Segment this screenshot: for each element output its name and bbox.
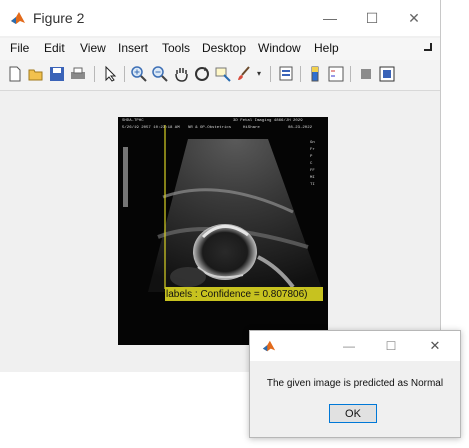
header-right-2: 08-23-2022 <box>288 126 313 130</box>
data-cursor-icon[interactable] <box>214 65 232 83</box>
toolbar-separator <box>270 66 271 82</box>
header-center-1: NR & OP-Obstetrics <box>188 126 232 130</box>
brush-dropdown-icon[interactable]: ▾ <box>257 69 261 78</box>
menu-file[interactable]: File <box>10 41 29 55</box>
confidence-label: labels : Confidence = 0.807806) <box>166 289 308 300</box>
menu-desktop[interactable]: Desktop <box>202 41 246 55</box>
link-plot-icon[interactable] <box>277 65 295 83</box>
side-label: TI <box>310 183 315 187</box>
title-bar: Figure 2 — ☐ ✕ <box>0 0 440 36</box>
header-left-1: SHDA-TPHC <box>122 119 144 123</box>
legend-icon[interactable] <box>327 65 345 83</box>
toolbar: ▾ <box>0 60 440 91</box>
image-header: SHDA-TPHC 5/26/19 2057 10:23:18 AM NR & … <box>118 117 328 137</box>
menu-help[interactable]: Help <box>314 41 339 55</box>
dialog-minimize-button[interactable]: — <box>338 335 360 357</box>
select-cursor-icon[interactable] <box>101 65 119 83</box>
matlab-icon <box>11 12 25 24</box>
minimize-button[interactable]: — <box>318 6 342 30</box>
zoom-in-icon[interactable] <box>130 65 148 83</box>
close-button[interactable]: ✕ <box>402 6 426 30</box>
dialog-title-bar: — ☐ ✕ <box>250 331 460 361</box>
ok-button[interactable]: OK <box>329 404 377 423</box>
side-label: MI <box>310 176 315 180</box>
window-title: Figure 2 <box>33 10 85 26</box>
menu-tools[interactable]: Tools <box>162 41 190 55</box>
menu-edit[interactable]: Edit <box>44 41 65 55</box>
menu-view[interactable]: View <box>80 41 106 55</box>
dock-arrow-icon[interactable] <box>424 43 432 51</box>
dialog-close-button[interactable]: ✕ <box>424 335 446 357</box>
show-plot-tools-icon[interactable] <box>378 65 396 83</box>
rotate-3d-icon[interactable] <box>193 65 211 83</box>
pan-hand-icon[interactable] <box>172 65 190 83</box>
colorbar-icon[interactable] <box>306 65 324 83</box>
menu-insert[interactable]: Insert <box>118 41 148 55</box>
header-right-1: 3D Fetal Imaging 4866/JH 2029 <box>233 119 303 123</box>
side-label: P <box>310 155 313 159</box>
side-label: FF <box>310 169 315 173</box>
side-label: C <box>310 162 313 166</box>
zoom-out-icon[interactable] <box>151 65 169 83</box>
ultrasound-image: SHDA-TPHC 5/26/19 2057 10:23:18 AM NR & … <box>118 117 328 345</box>
header-center-2: HiShare <box>243 126 260 130</box>
ultrasound-scan <box>123 125 323 292</box>
menu-bar: File Edit View Insert Tools Desktop Wind… <box>0 38 440 60</box>
toolbar-separator <box>94 66 95 82</box>
figure-window: Figure 2 — ☐ ✕ File Edit View Insert Too… <box>0 0 441 372</box>
brush-icon[interactable] <box>235 65 253 83</box>
open-file-icon[interactable] <box>27 65 45 83</box>
maximize-button[interactable]: ☐ <box>360 6 384 30</box>
prediction-dialog: — ☐ ✕ The given image is predicted as No… <box>249 330 461 438</box>
menu-window[interactable]: Window <box>258 41 301 55</box>
side-label: Gn <box>310 141 315 145</box>
matlab-icon <box>262 340 276 352</box>
print-icon[interactable] <box>69 65 87 83</box>
new-figure-icon[interactable] <box>6 65 24 83</box>
save-icon[interactable] <box>48 65 66 83</box>
side-label: Fr <box>310 148 315 152</box>
toolbar-separator <box>300 66 301 82</box>
toolbar-separator <box>350 66 351 82</box>
dialog-maximize-button[interactable]: ☐ <box>380 335 402 357</box>
dialog-message: The given image is predicted as Normal <box>266 378 444 389</box>
hide-plot-tools-icon[interactable] <box>357 65 375 83</box>
toolbar-separator <box>124 66 125 82</box>
header-left-2: 5/26/19 2057 10:23:18 AM <box>122 126 180 130</box>
